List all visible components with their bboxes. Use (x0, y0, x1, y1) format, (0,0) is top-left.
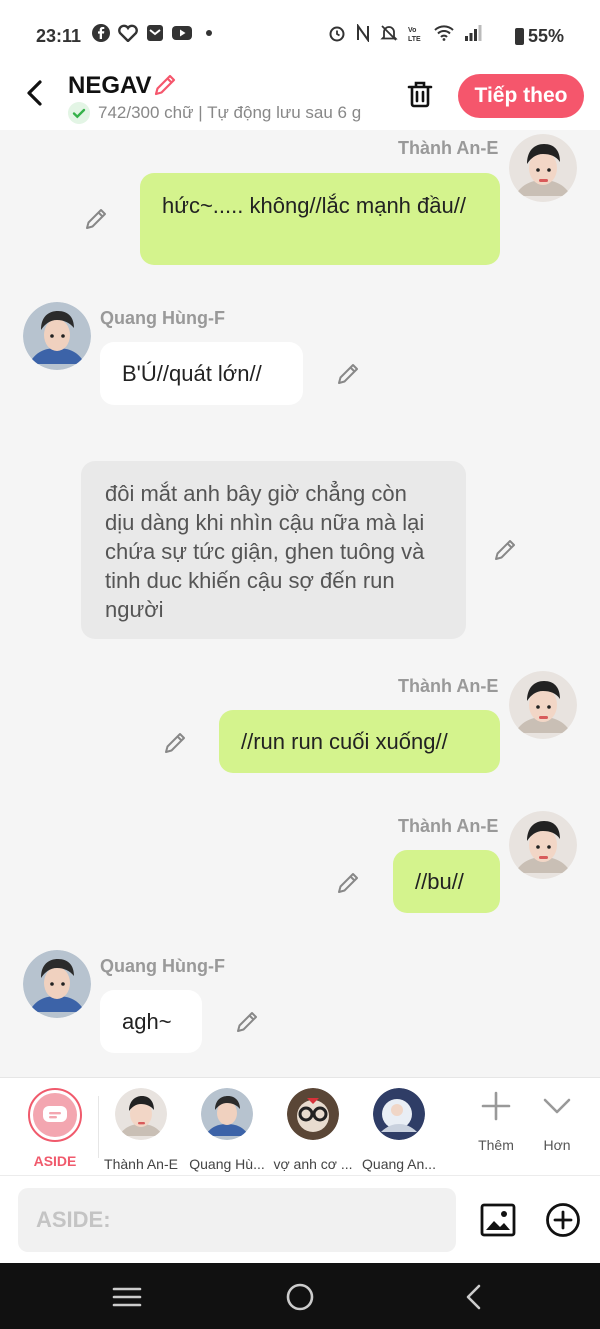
word-count-status: 742/300 chữ | Tự động lưu sau 6 g (98, 103, 362, 122)
aside-avatar (28, 1088, 82, 1142)
plus-icon (481, 1091, 511, 1121)
avatar[interactable] (509, 134, 577, 202)
svg-text:Vo: Vo (408, 27, 416, 34)
dot-icon (206, 30, 212, 36)
alarm-icon (329, 26, 345, 42)
character-quang-hung[interactable]: Quang Hù... (182, 1088, 272, 1172)
character-bar: ASIDE Thành An-E Quang Hù... vợ anh cơ .… (0, 1077, 600, 1175)
character-label: ASIDE (33, 1153, 77, 1169)
status-bar: 23:11 Vo LTE 55% (0, 0, 600, 68)
character-label: Quang An... (362, 1156, 436, 1172)
edit-message-icon[interactable] (162, 730, 188, 756)
system-nav-bar (0, 1263, 600, 1329)
tasks-icon (147, 25, 163, 41)
message-bubble[interactable]: agh~ (100, 990, 202, 1053)
sender-name: Thành An-E (398, 816, 499, 836)
back-nav-icon[interactable] (460, 1283, 490, 1311)
character-label: Thành An-E (104, 1156, 178, 1172)
character-label: vợ anh cơ ... (273, 1156, 353, 1172)
story-title: NEGAV (68, 72, 152, 99)
edit-message-icon[interactable] (492, 537, 518, 563)
edit-message-icon[interactable] (335, 870, 361, 896)
sender-name: Quang Hùng-F (100, 956, 225, 976)
edit-message-icon[interactable] (335, 361, 361, 387)
character-thanh-an[interactable]: Thành An-E (96, 1088, 186, 1172)
expand-label: Hơn (543, 1137, 571, 1153)
speech-bubble-icon (43, 1106, 67, 1122)
delete-button[interactable] (404, 78, 436, 110)
expand-button[interactable]: Hơn (527, 1090, 587, 1153)
avatar (115, 1088, 167, 1140)
recent-apps-icon[interactable] (112, 1283, 142, 1311)
status-right-icons: Vo LTE (328, 24, 482, 42)
app-icon (118, 24, 138, 42)
message-bubble[interactable]: B'Ú//quát lớn// (100, 342, 303, 405)
character-quang-an[interactable]: Quang An... (354, 1088, 444, 1172)
mute-icon (380, 25, 398, 41)
volte-icon: Vo LTE (408, 27, 421, 42)
sender-name: Thành An-E (398, 676, 499, 696)
edit-message-icon[interactable] (83, 206, 109, 232)
battery-percent: 55% (527, 26, 564, 46)
status-left-icons (92, 24, 212, 42)
avatar (287, 1088, 339, 1140)
facebook-icon (92, 24, 110, 42)
battery-icon (514, 28, 524, 45)
narration-bubble[interactable]: đôi mắt anh bây giờ chẳng còn dịu dàng k… (81, 461, 466, 639)
signal-icon (465, 25, 482, 41)
message-input[interactable] (18, 1188, 456, 1252)
sender-name: Quang Hùng-F (100, 308, 225, 328)
avatar[interactable] (509, 811, 577, 879)
avatar[interactable] (509, 671, 577, 739)
message-bubble[interactable]: //bu// (393, 850, 500, 913)
back-button[interactable] (20, 78, 50, 108)
wifi-icon (434, 25, 454, 41)
svg-text:LTE: LTE (408, 36, 421, 42)
edit-message-icon[interactable] (234, 1009, 260, 1035)
character-label: Quang Hù... (189, 1156, 265, 1172)
youtube-icon (172, 26, 192, 40)
input-bar (0, 1175, 600, 1263)
battery-status: 55% (514, 26, 564, 47)
avatar[interactable] (23, 950, 91, 1018)
add-button[interactable] (545, 1202, 581, 1238)
saved-check-icon (68, 102, 90, 124)
avatar (201, 1088, 253, 1140)
message-bubble[interactable]: //run run cuối xuống// (219, 710, 500, 773)
avatar[interactable] (23, 302, 91, 370)
chat-area: Thành An-E hức~..... không//lắc mạnh đầu… (0, 130, 600, 1076)
add-character-button[interactable]: Thêm (466, 1090, 526, 1153)
avatar (373, 1088, 425, 1140)
message-bubble[interactable]: hức~..... không//lắc mạnh đầu// (140, 173, 500, 265)
add-label: Thêm (478, 1137, 514, 1153)
edit-title-icon[interactable] (152, 72, 178, 98)
next-button[interactable]: Tiếp theo (458, 74, 584, 118)
chevron-down-icon (543, 1098, 571, 1114)
top-bar: NEGAV 742/300 chữ | Tự động lưu sau 6 g … (0, 68, 600, 130)
image-button[interactable] (480, 1202, 516, 1238)
character-vo-anh[interactable]: vợ anh cơ ... (268, 1088, 358, 1172)
home-icon[interactable] (285, 1282, 315, 1312)
nfc-icon (357, 24, 369, 42)
sender-name: Thành An-E (398, 138, 499, 158)
character-aside[interactable]: ASIDE (10, 1088, 100, 1169)
status-time: 23:11 (36, 26, 82, 46)
